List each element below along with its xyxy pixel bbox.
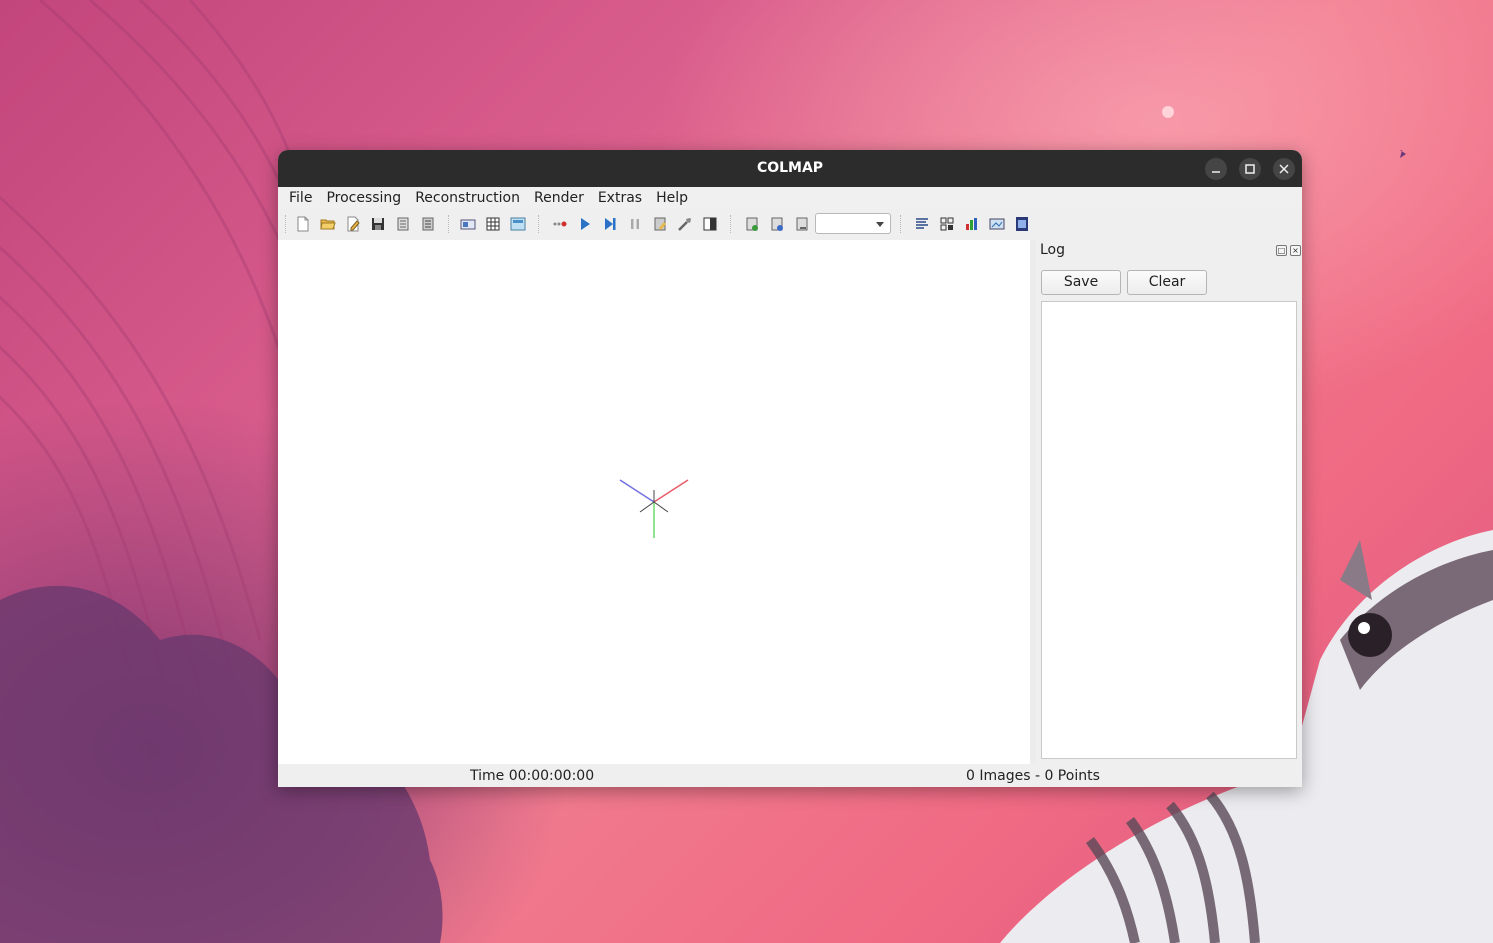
menu-reconstruction[interactable]: Reconstruction xyxy=(408,187,527,209)
model-viewer[interactable] xyxy=(278,240,1030,764)
menu-processing[interactable]: Processing xyxy=(319,187,408,209)
open-project-icon[interactable] xyxy=(320,216,336,232)
menu-render[interactable]: Render xyxy=(527,187,591,209)
title-bar: COLMAP xyxy=(278,150,1302,187)
toolbar-separator xyxy=(900,215,903,233)
toolbar-separator xyxy=(285,215,288,233)
log-save-button[interactable]: Save xyxy=(1041,270,1121,295)
screenshot-icon[interactable] xyxy=(989,216,1005,232)
render-options-icon[interactable] xyxy=(702,216,718,232)
toolbar xyxy=(278,209,1302,239)
coordinate-axes xyxy=(619,479,689,538)
grab-movie-icon[interactable] xyxy=(1014,216,1030,232)
status-counts: 0 Images - 0 Points xyxy=(966,768,1100,784)
save-project-icon[interactable] xyxy=(370,216,386,232)
import-model-icon[interactable] xyxy=(395,216,411,232)
step-reconstruction-icon[interactable] xyxy=(602,216,618,232)
toolbar-separator xyxy=(730,215,733,233)
axis-z xyxy=(619,479,655,503)
maximize-button[interactable] xyxy=(1239,158,1261,180)
log-icon[interactable] xyxy=(914,216,930,232)
log-dock: Log □ × Save Clear xyxy=(1036,240,1302,764)
log-text-area[interactable] xyxy=(1041,301,1297,759)
window-title: COLMAP xyxy=(756,160,824,176)
statistics-icon[interactable] xyxy=(964,216,980,232)
menu-extras[interactable]: Extras xyxy=(591,187,649,209)
colmap-window: COLMAP File Processing Reconstruction Re… xyxy=(278,150,1302,787)
close-dock-icon[interactable]: × xyxy=(1290,245,1301,256)
model-selector[interactable] xyxy=(815,213,891,234)
toolbar-separator xyxy=(538,215,541,233)
export-model-icon[interactable] xyxy=(420,216,436,232)
axis-x xyxy=(653,479,689,503)
close-button[interactable] xyxy=(1273,158,1295,180)
database-management-icon[interactable] xyxy=(510,216,526,232)
float-dock-icon[interactable]: □ xyxy=(1276,245,1287,256)
match-matrix-icon[interactable] xyxy=(939,216,955,232)
render-sub-icon[interactable] xyxy=(769,216,785,232)
edit-project-icon[interactable] xyxy=(345,216,361,232)
new-project-icon[interactable] xyxy=(295,216,311,232)
menu-help[interactable]: Help xyxy=(649,187,695,209)
start-reconstruction-icon[interactable] xyxy=(577,216,593,232)
menu-file[interactable]: File xyxy=(282,187,319,209)
toolbar-separator xyxy=(448,215,451,233)
menu-bar: File Processing Reconstruction Render Ex… xyxy=(278,187,1302,209)
pause-reconstruction-icon[interactable] xyxy=(627,216,643,232)
axis-neg-z xyxy=(653,501,669,513)
feature-extraction-icon[interactable] xyxy=(460,216,476,232)
status-bar: Time 00:00:00:00 0 Images - 0 Points xyxy=(278,764,1302,787)
tools-icon[interactable] xyxy=(677,216,693,232)
feature-matching-icon[interactable] xyxy=(485,216,501,232)
remove-model-icon[interactable] xyxy=(794,216,810,232)
minimize-icon xyxy=(1212,171,1220,173)
status-time: Time 00:00:00:00 xyxy=(470,768,595,784)
bundle-adjustment-icon[interactable] xyxy=(652,216,668,232)
log-clear-button[interactable]: Clear xyxy=(1127,270,1207,295)
chevron-down-icon xyxy=(876,222,884,227)
maximize-icon xyxy=(1245,164,1255,174)
axis-neg-x xyxy=(639,501,655,513)
close-icon xyxy=(1279,164,1289,174)
reset-view-icon[interactable] xyxy=(744,216,760,232)
minimize-button[interactable] xyxy=(1205,158,1227,180)
log-title: Log xyxy=(1040,242,1066,258)
automatic-reconstruction-icon[interactable] xyxy=(552,216,568,232)
